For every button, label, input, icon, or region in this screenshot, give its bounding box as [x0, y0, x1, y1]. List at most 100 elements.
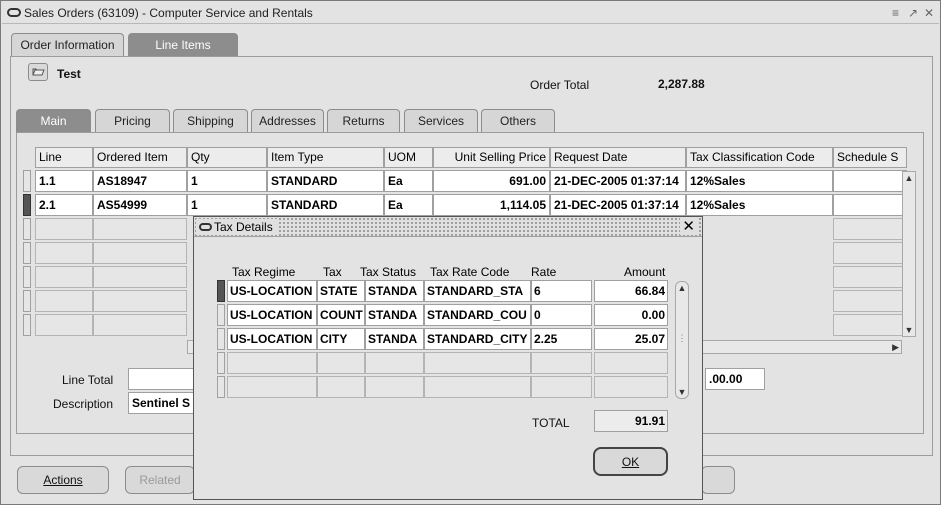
table-cell[interactable]: 1,114.05	[433, 194, 550, 216]
tax-cell[interactable]	[531, 352, 592, 374]
table-cell[interactable]: AS18947	[93, 170, 187, 192]
tax-cell[interactable]: US-LOCATION	[227, 280, 317, 302]
scroll-down-icon[interactable]: ▼	[903, 324, 915, 336]
table-cell[interactable]	[35, 314, 93, 336]
tax-cell[interactable]	[594, 376, 668, 398]
amount-field[interactable]: .00.00	[705, 368, 765, 390]
table-cell[interactable]	[93, 290, 187, 312]
row-selector[interactable]	[23, 314, 31, 336]
related-button[interactable]: Related	[125, 466, 195, 494]
tab-returns[interactable]: Returns	[327, 109, 400, 133]
tax-cell[interactable]: STANDARD_STA	[424, 280, 531, 302]
table-cell[interactable]: 12%Sales	[686, 170, 833, 192]
tax-cell[interactable]	[317, 352, 365, 374]
row-selector[interactable]	[217, 304, 225, 326]
table-cell[interactable]	[93, 218, 187, 240]
tax-cell[interactable]	[594, 352, 668, 374]
table-cell[interactable]	[93, 314, 187, 336]
tax-cell[interactable]: CITY	[317, 328, 365, 350]
tax-cell[interactable]	[365, 376, 424, 398]
tab-others[interactable]: Others	[481, 109, 555, 133]
row-selector[interactable]	[217, 352, 225, 374]
row-selector[interactable]	[23, 218, 31, 240]
tax-cell[interactable]: STANDA	[365, 304, 424, 326]
table-cell[interactable]	[833, 218, 907, 240]
row-selector[interactable]	[23, 170, 31, 192]
bottom-button-partial[interactable]	[701, 466, 735, 494]
tax-cell[interactable]	[365, 352, 424, 374]
table-cell[interactable]: 1	[187, 170, 267, 192]
table-cell[interactable]	[833, 266, 907, 288]
scroll-down-icon[interactable]: ▼	[676, 386, 688, 398]
tab-main[interactable]: Main	[16, 109, 91, 133]
tax-cell[interactable]: STANDARD_COU	[424, 304, 531, 326]
table-cell[interactable]	[35, 290, 93, 312]
dialog-title-bar[interactable]: Tax Details ✕	[194, 217, 702, 237]
tax-cell[interactable]: COUNT	[317, 304, 365, 326]
table-cell[interactable]: 2.1	[35, 194, 93, 216]
table-cell[interactable]: Ea	[384, 194, 433, 216]
tax-cell[interactable]	[317, 376, 365, 398]
tax-cell[interactable]: 6	[531, 280, 592, 302]
tax-cell[interactable]	[531, 376, 592, 398]
maximize-icon[interactable]: ↗	[908, 6, 918, 20]
tax-cell[interactable]	[424, 352, 531, 374]
scroll-up-icon[interactable]: ▲	[676, 282, 688, 294]
tax-cell[interactable]: 0.00	[594, 304, 668, 326]
line-total-field[interactable]	[128, 368, 198, 390]
tab-services[interactable]: Services	[404, 109, 478, 133]
actions-button[interactable]: Actions	[17, 466, 109, 494]
row-selector[interactable]	[23, 290, 31, 312]
tab-addresses[interactable]: Addresses	[251, 109, 324, 133]
tax-cell[interactable]	[424, 376, 531, 398]
table-cell[interactable]: 21-DEC-2005 01:37:14	[550, 194, 686, 216]
row-selector[interactable]	[217, 376, 225, 398]
table-cell[interactable]: 21-DEC-2005 01:37:14	[550, 170, 686, 192]
table-cell[interactable]	[35, 218, 93, 240]
ok-button[interactable]: OK	[593, 447, 668, 476]
table-cell[interactable]	[35, 242, 93, 264]
table-cell[interactable]: STANDARD	[267, 170, 384, 192]
tax-cell[interactable]: STATE	[317, 280, 365, 302]
tab-shipping[interactable]: Shipping	[173, 109, 248, 133]
minimize-icon[interactable]: ≡	[892, 6, 899, 20]
row-selector[interactable]	[217, 280, 225, 302]
tax-cell[interactable]: STANDARD_CITY	[424, 328, 531, 350]
close-window-icon[interactable]: ✕	[924, 6, 934, 20]
close-icon[interactable]: ✕	[680, 218, 697, 235]
row-selector[interactable]	[23, 266, 31, 288]
scroll-up-icon[interactable]: ▲	[903, 172, 915, 184]
table-cell[interactable]: 12%Sales	[686, 194, 833, 216]
scroll-right-icon[interactable]: ▶	[892, 341, 899, 353]
tax-cell[interactable]	[227, 376, 317, 398]
table-cell[interactable]	[833, 170, 907, 192]
vertical-scrollbar[interactable]: ▲ ▼	[902, 171, 916, 337]
table-cell[interactable]	[35, 266, 93, 288]
table-cell[interactable]	[833, 194, 907, 216]
scroll-thumb-grip-icon[interactable]: ⋮	[676, 332, 688, 344]
row-selector[interactable]	[217, 328, 225, 350]
table-cell[interactable]	[93, 266, 187, 288]
table-cell[interactable]: STANDARD	[267, 194, 384, 216]
tab-line-items[interactable]: Line Items	[128, 33, 238, 57]
tab-pricing[interactable]: Pricing	[95, 109, 170, 133]
dialog-vertical-scrollbar[interactable]: ▲ ⋮ ▼	[675, 281, 689, 399]
tax-cell[interactable]: US-LOCATION	[227, 304, 317, 326]
table-cell[interactable]: 1	[187, 194, 267, 216]
tax-cell[interactable]: STANDA	[365, 328, 424, 350]
row-selector[interactable]	[23, 194, 31, 216]
table-cell[interactable]: 691.00	[433, 170, 550, 192]
tax-cell[interactable]: STANDA	[365, 280, 424, 302]
tax-cell[interactable]: US-LOCATION	[227, 328, 317, 350]
table-cell[interactable]: 1.1	[35, 170, 93, 192]
table-cell[interactable]	[93, 242, 187, 264]
table-cell[interactable]	[833, 314, 907, 336]
table-cell[interactable]	[833, 242, 907, 264]
tax-cell[interactable]: 66.84	[594, 280, 668, 302]
tax-cell[interactable]	[227, 352, 317, 374]
table-cell[interactable]	[833, 290, 907, 312]
folder-icon[interactable]	[28, 63, 48, 81]
tax-cell[interactable]: 2.25	[531, 328, 592, 350]
table-cell[interactable]: AS54999	[93, 194, 187, 216]
tax-cell[interactable]: 25.07	[594, 328, 668, 350]
